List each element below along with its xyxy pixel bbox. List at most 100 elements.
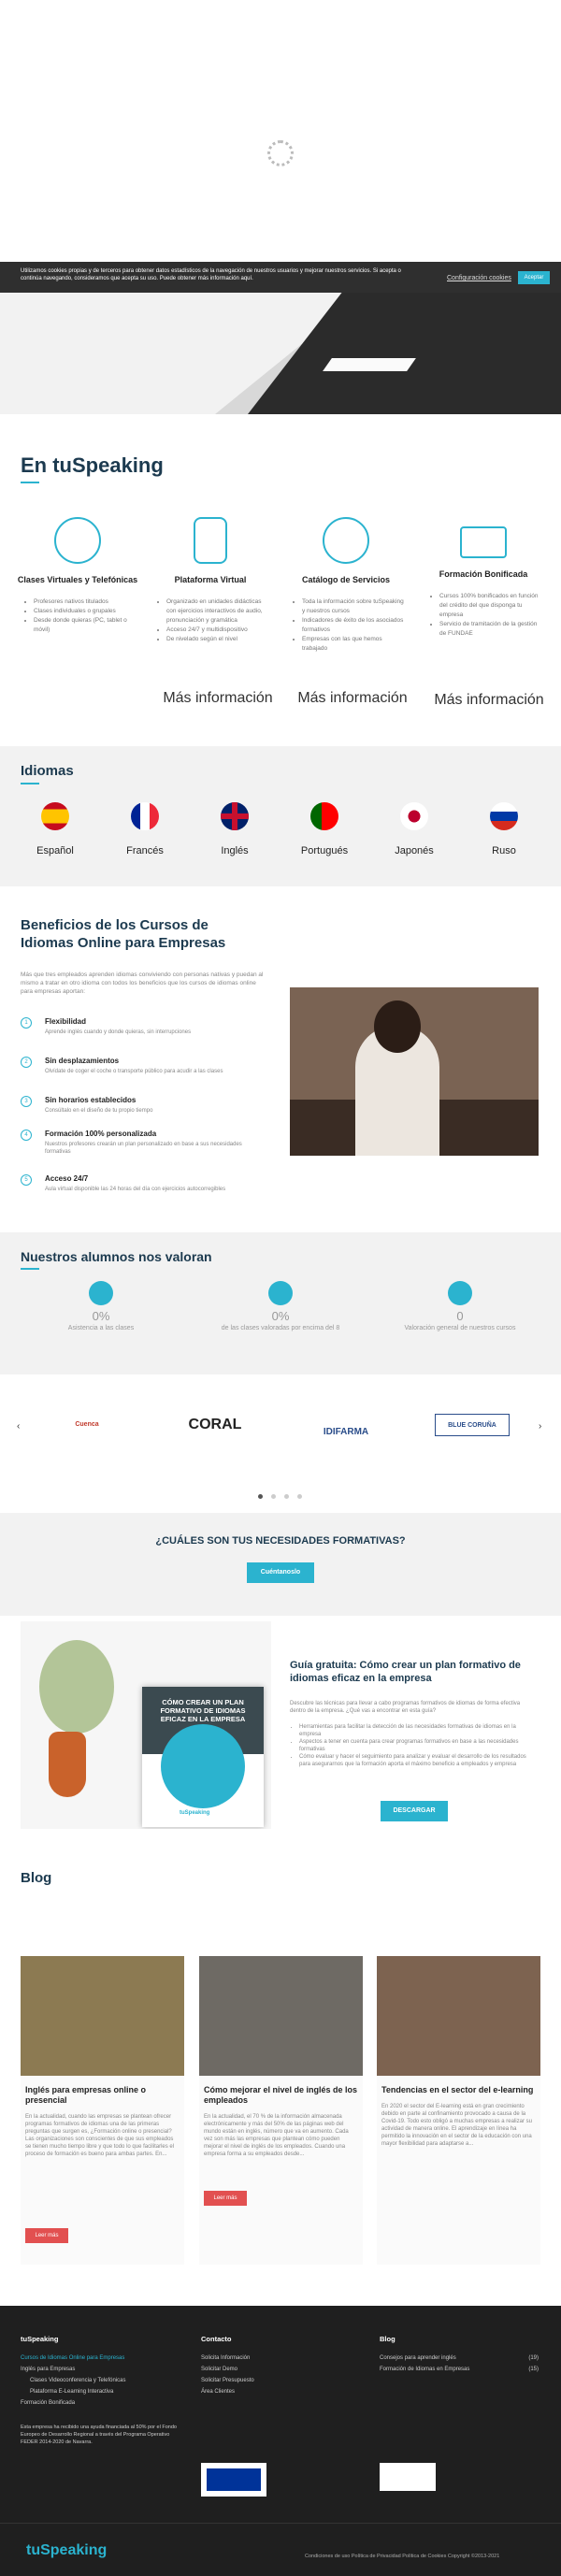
check-icon — [89, 1281, 113, 1305]
footer-link[interactable]: Solicitar Demo — [201, 2364, 341, 2375]
cover-title: CÓMO CREAR UN PLAN FORMATIVO DE IDIOMAS … — [160, 1698, 246, 1723]
carousel-prev-icon[interactable]: ‹ — [17, 1421, 20, 1432]
carousel-next-icon[interactable]: › — [539, 1421, 541, 1432]
blog-card-title[interactable]: Inglés para empresas online o presencial — [21, 2076, 184, 2106]
footer-link[interactable]: Formación de Idiomas en Empresas (15) — [380, 2364, 539, 2375]
carousel-dot[interactable] — [271, 1494, 276, 1499]
stat-item: 0 Valoración general de nuestros cursos — [367, 1281, 554, 1331]
blog-card-excerpt: En la actualidad, el 70 % de la informac… — [204, 2114, 349, 2157]
footer-link[interactable]: Formación Bonificada — [21, 2397, 180, 2409]
features-section: En tuSpeaking Clases Virtuales y Telefón… — [0, 414, 561, 746]
footer-col-contact: Contacto Solicita Información Solicitar … — [201, 2334, 341, 2397]
benefit-desc: Olvídate de coger el coche o transporte … — [45, 1069, 223, 1074]
download-button[interactable]: DESCARGAR — [381, 1801, 448, 1821]
footer-heading: Blog — [380, 2335, 396, 2343]
client-logo: Cuenca — [75, 1421, 99, 1428]
blog-image[interactable] — [199, 1956, 363, 2076]
carousel-dot[interactable] — [297, 1494, 302, 1499]
footer-link[interactable]: Cursos de Idiomas Online para Empresas — [21, 2353, 180, 2364]
guide-image: CÓMO CREAR UN PLAN FORMATIVO DE IDIOMAS … — [21, 1621, 271, 1829]
language-label[interactable]: Portugués — [282, 845, 367, 856]
feature-title: Formación Bonificada — [439, 569, 528, 579]
cookie-banner: Utilizamos cookies propias y de terceros… — [0, 262, 561, 293]
stat-label: de las clases valoradas por encima del 8 — [221, 1325, 340, 1331]
russia-flag-icon[interactable] — [490, 802, 518, 830]
benefit-number: 3 — [21, 1096, 32, 1107]
feder-note: Esta empresa ha recibido una ayuda finan… — [21, 2425, 177, 2445]
client-logo: IDIFARMA — [323, 1427, 369, 1437]
portugal-flag-icon[interactable] — [310, 802, 338, 830]
footer-heading: tuSpeaking — [21, 2335, 59, 2343]
benefit-number: 4 — [21, 1130, 32, 1141]
benefit-title: Flexibilidad — [45, 1017, 87, 1026]
france-flag-icon[interactable] — [131, 802, 159, 830]
footer-link[interactable]: Solicitar Presupuesto — [201, 2375, 341, 2386]
more-info-button[interactable]: Más información — [428, 692, 550, 709]
tell-us-button[interactable]: Cuéntanoslo — [247, 1562, 314, 1583]
blog-image[interactable] — [21, 1956, 184, 2076]
footer-link[interactable]: Consejos para aprender inglés (19) — [380, 2353, 539, 2364]
cover-brand: tuSpeaking — [180, 1810, 210, 1816]
languages-section: Idiomas Español Francés Inglés Portugués… — [0, 746, 561, 886]
guide-title: Guía gratuita: Cómo crear un plan format… — [290, 1660, 521, 1684]
language-label[interactable]: Español — [13, 845, 97, 856]
feature-bullet: Cursos 100% bonificados en función del c… — [439, 592, 544, 620]
chat-bubble-icon — [448, 1281, 472, 1305]
blog-card: Inglés para empresas online o presencial… — [21, 1956, 184, 2265]
footer-link[interactable]: Solicita Información — [201, 2353, 341, 2364]
footer-link[interactable]: Plataforma E-Learning Interactiva — [21, 2386, 180, 2397]
language-label[interactable]: Japonés — [372, 845, 456, 856]
more-info-button[interactable]: Más información — [292, 690, 413, 707]
carousel-dot[interactable] — [258, 1494, 263, 1499]
blog-image[interactable] — [377, 1956, 540, 2076]
feature-bullet: Acceso 24/7 y multidispositivo — [166, 626, 271, 635]
woman-tablet-photo — [290, 987, 539, 1156]
cookie-accept-button[interactable]: Aceptar — [518, 271, 550, 284]
guide-bullet: Cómo evaluar y hacer el seguimiento para… — [299, 1753, 535, 1768]
read-more-button[interactable]: Leer más — [204, 2191, 247, 2206]
ratings-title: Nuestros alumnos nos valoran — [21, 1249, 212, 1270]
blog-section: Blog Inglés para empresas online o prese… — [0, 1857, 561, 2306]
footer-link-text[interactable]: Consejos para aprender inglés — [380, 2355, 456, 2361]
more-info-button[interactable]: Más información — [157, 690, 279, 707]
feature-bullet: Profesores nativos titulados — [34, 597, 138, 607]
cta-title: ¿CUÁLES SON TUS NECESIDADES FORMATIVAS? — [155, 1535, 406, 1547]
language-label[interactable]: Inglés — [193, 845, 277, 856]
read-more-button[interactable]: Leer más — [25, 2228, 68, 2243]
cookie-config-link[interactable]: Configuración cookies — [447, 275, 511, 282]
uk-flag-icon[interactable] — [221, 802, 249, 830]
benefit-title: Sin horarios establecidos — [45, 1096, 137, 1104]
stat-value: 0 — [456, 1309, 464, 1323]
stat-value: 0% — [271, 1309, 290, 1323]
plant-shape — [39, 1640, 114, 1734]
hero-image — [0, 293, 561, 414]
language-label[interactable]: Ruso — [462, 845, 546, 856]
footer: tuSpeaking Cursos de Idiomas Online para… — [0, 2306, 561, 2523]
client-logos-carousel: ‹ › Cuenca CORAL IDIFARMA BLUE CORUÑA — [0, 1374, 561, 1513]
briefcase-icon — [460, 526, 507, 558]
footer-link-text[interactable]: Formación de Idiomas en Empresas — [380, 2367, 469, 2372]
blog-card-title[interactable]: Tendencias en el sector del e-learning — [377, 2076, 540, 2095]
footer-col-blog: Blog Consejos para aprender inglés (19) F… — [380, 2334, 539, 2375]
carousel-dot[interactable] — [284, 1494, 289, 1499]
features-title: En tuSpeaking — [21, 453, 164, 483]
benefit-title: Acceso 24/7 — [45, 1174, 89, 1183]
benefit-title: Sin desplazamientos — [45, 1057, 120, 1065]
brand-logo[interactable]: tuSpeaking — [26, 2542, 107, 2559]
japan-flag-icon[interactable] — [400, 802, 428, 830]
feature-bullet: Servicio de tramitación de la gestión de… — [439, 620, 544, 639]
cookie-text: Utilizamos cookies propias y de terceros… — [21, 268, 401, 281]
benefit-desc: Aprende inglés cuando y donde quieras, s… — [45, 1029, 192, 1035]
footer-link[interactable]: Clases Videoconferencia y Telefónicas — [21, 2375, 180, 2386]
language-label[interactable]: Francés — [103, 845, 187, 856]
stat-item: 0% de las clases valoradas por encima del… — [187, 1281, 374, 1331]
footer-link[interactable]: Inglés para Empresas — [21, 2364, 180, 2375]
post-count: (19) — [528, 2355, 539, 2361]
blog-card-title[interactable]: Cómo mejorar el nivel de inglés de los e… — [199, 2076, 363, 2106]
quality-seal-logo — [380, 2463, 436, 2491]
footer-heading: Contacto — [201, 2335, 232, 2343]
feature-title: Plataforma Virtual — [174, 575, 247, 584]
legal-links[interactable]: Condiciones de uso Política de Privacida… — [305, 2554, 499, 2559]
spain-flag-icon[interactable] — [41, 802, 69, 830]
footer-link[interactable]: Área Clientes — [201, 2386, 341, 2397]
